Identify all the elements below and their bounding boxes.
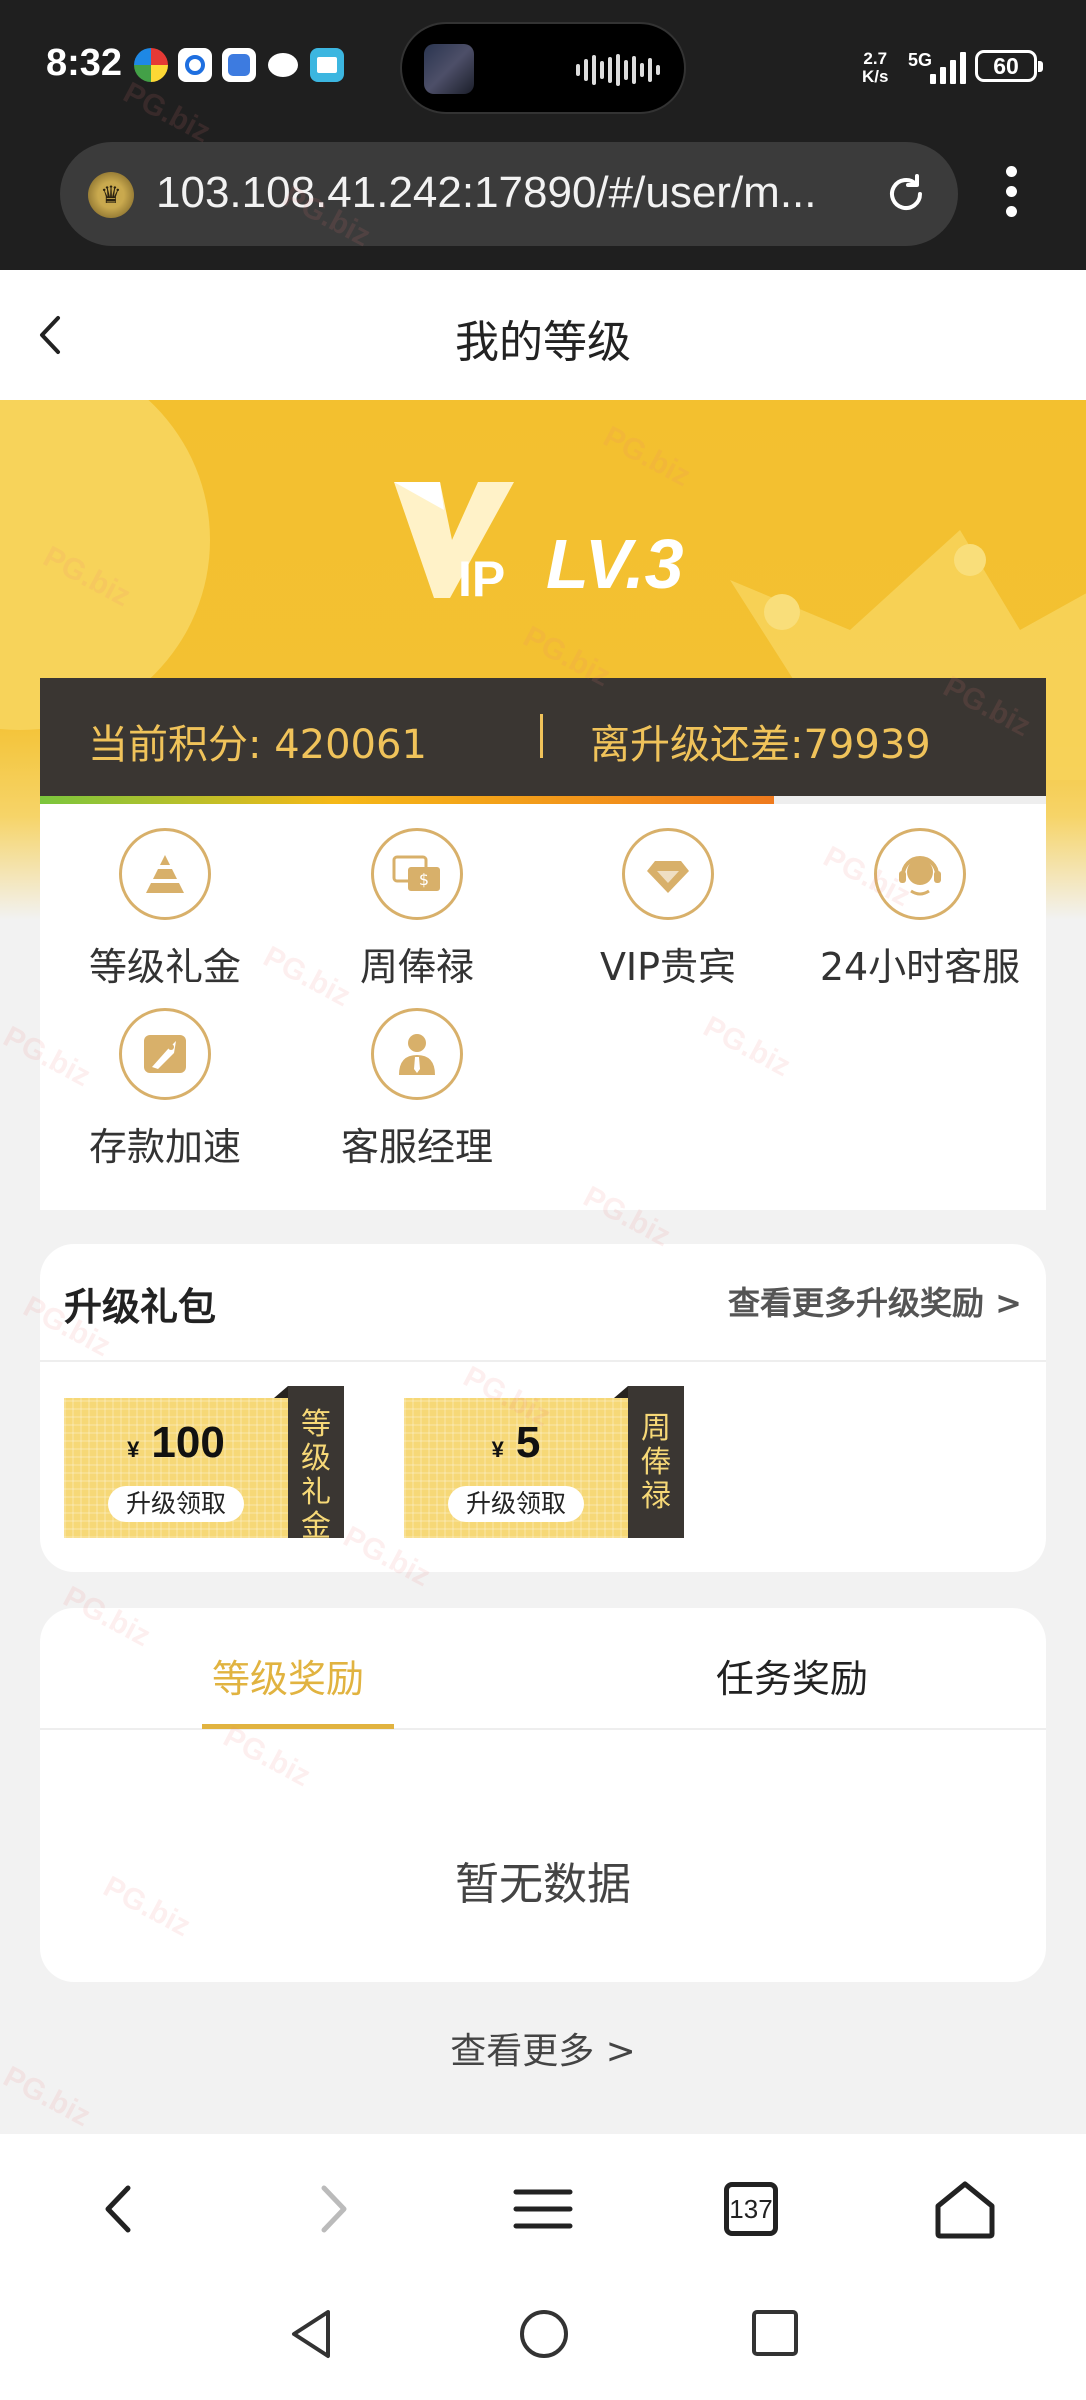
nav-back-icon[interactable]: [286, 2306, 336, 2362]
level-progress-bar: [40, 796, 1046, 804]
tab-count: 137: [724, 2182, 778, 2236]
tabs-switcher-button[interactable]: 137: [724, 2174, 794, 2244]
diamond-icon: [622, 828, 714, 920]
app-browser-icon: [222, 48, 256, 82]
vip-level: LV.3: [546, 525, 684, 603]
manager-icon: [371, 1008, 463, 1100]
coupon-level-bonus[interactable]: ¥100 升级领取 等级礼金: [64, 1386, 344, 1544]
album-art: [424, 44, 474, 94]
rocket-icon: [119, 1008, 211, 1100]
coupon-amount: ¥100: [127, 1418, 225, 1467]
battery-icon: 60: [975, 50, 1043, 82]
more-upgrade-rewards-link[interactable]: 查看更多升级奖励 >: [728, 1278, 1022, 1324]
see-more-link[interactable]: 查看更多 >: [0, 2022, 1086, 2074]
claim-button[interactable]: 升级领取: [108, 1486, 244, 1522]
browser-back-icon[interactable]: [86, 2174, 156, 2244]
site-favicon-icon: ♛: [88, 172, 134, 218]
coupon-amount: ¥5: [491, 1418, 541, 1467]
vip-text: IP: [458, 551, 506, 607]
system-navigation-bar: [0, 2284, 1086, 2400]
privilege-vip-guest[interactable]: VIP贵宾: [543, 828, 793, 991]
url-text[interactable]: 103.108.41.242:17890/#/user/m...: [156, 168, 817, 218]
tabs-divider: [40, 1728, 1046, 1730]
score-divider: [540, 714, 543, 758]
page-title: 我的等级: [455, 317, 631, 368]
svg-text:$: $: [419, 870, 429, 889]
level-progress-fill: [40, 796, 775, 804]
app-blue-icon: [178, 48, 212, 82]
status-time: 8:32: [46, 42, 123, 84]
book-icon: [310, 48, 344, 82]
net-speed: 2.7 K/s: [862, 49, 889, 86]
coupon-tag: 等级礼金: [274, 1386, 344, 1544]
empty-state-text: 暂无数据: [455, 1859, 631, 1910]
claim-button[interactable]: 升级领取: [448, 1486, 584, 1522]
points-to-upgrade: 离升级还差:79939: [590, 722, 931, 768]
dynamic-island[interactable]: [400, 22, 686, 114]
tab-task-rewards[interactable]: 任务奖励: [716, 1648, 868, 1703]
nav-home-icon[interactable]: [516, 2306, 572, 2362]
privileges-grid: 等级礼金 $ 周俸禄 VIP贵宾 24小时客服 存款加速 客服经理: [40, 804, 1046, 1210]
nav-recents-icon[interactable]: [750, 2308, 800, 2358]
notification-icons: [134, 48, 344, 82]
divider: [40, 1360, 1046, 1362]
privilege-account-manager[interactable]: 客服经理: [292, 1008, 542, 1171]
wechat-icon: [266, 48, 300, 82]
browser-forward-icon[interactable]: [296, 2174, 366, 2244]
signal-icon: [930, 48, 966, 84]
privilege-level-bonus[interactable]: 等级礼金: [40, 828, 290, 991]
tab-level-rewards[interactable]: 等级奖励: [212, 1648, 364, 1703]
score-bar: 当前积分: 420061 离升级还差:79939: [40, 678, 1046, 796]
browser-menu-icon[interactable]: [996, 166, 1026, 226]
browser-menu-lines-icon[interactable]: [508, 2174, 578, 2244]
network-type: 5G: [908, 50, 933, 70]
coupon-tag: 周俸禄: [614, 1386, 684, 1538]
address-bar[interactable]: ♛ 103.108.41.242:17890/#/user/m...: [60, 142, 958, 246]
app-color-icon: [134, 48, 168, 82]
browser-bottom-bar: 137: [0, 2134, 1086, 2284]
current-points: 当前积分: 420061: [88, 722, 427, 768]
pyramid-icon: [119, 828, 211, 920]
browser-home-icon[interactable]: [930, 2174, 1000, 2244]
reload-icon[interactable]: [882, 170, 930, 218]
privilege-weekly-salary[interactable]: $ 周俸禄: [292, 828, 542, 991]
page-header: 我的等级: [0, 270, 1086, 400]
browser-toolbar: ♛ 103.108.41.242:17890/#/user/m...: [0, 140, 1086, 270]
salary-card-icon: $: [371, 828, 463, 920]
audio-wave-icon: [576, 54, 660, 86]
rewards-card: 等级奖励 任务奖励 暂无数据: [40, 1608, 1046, 1982]
